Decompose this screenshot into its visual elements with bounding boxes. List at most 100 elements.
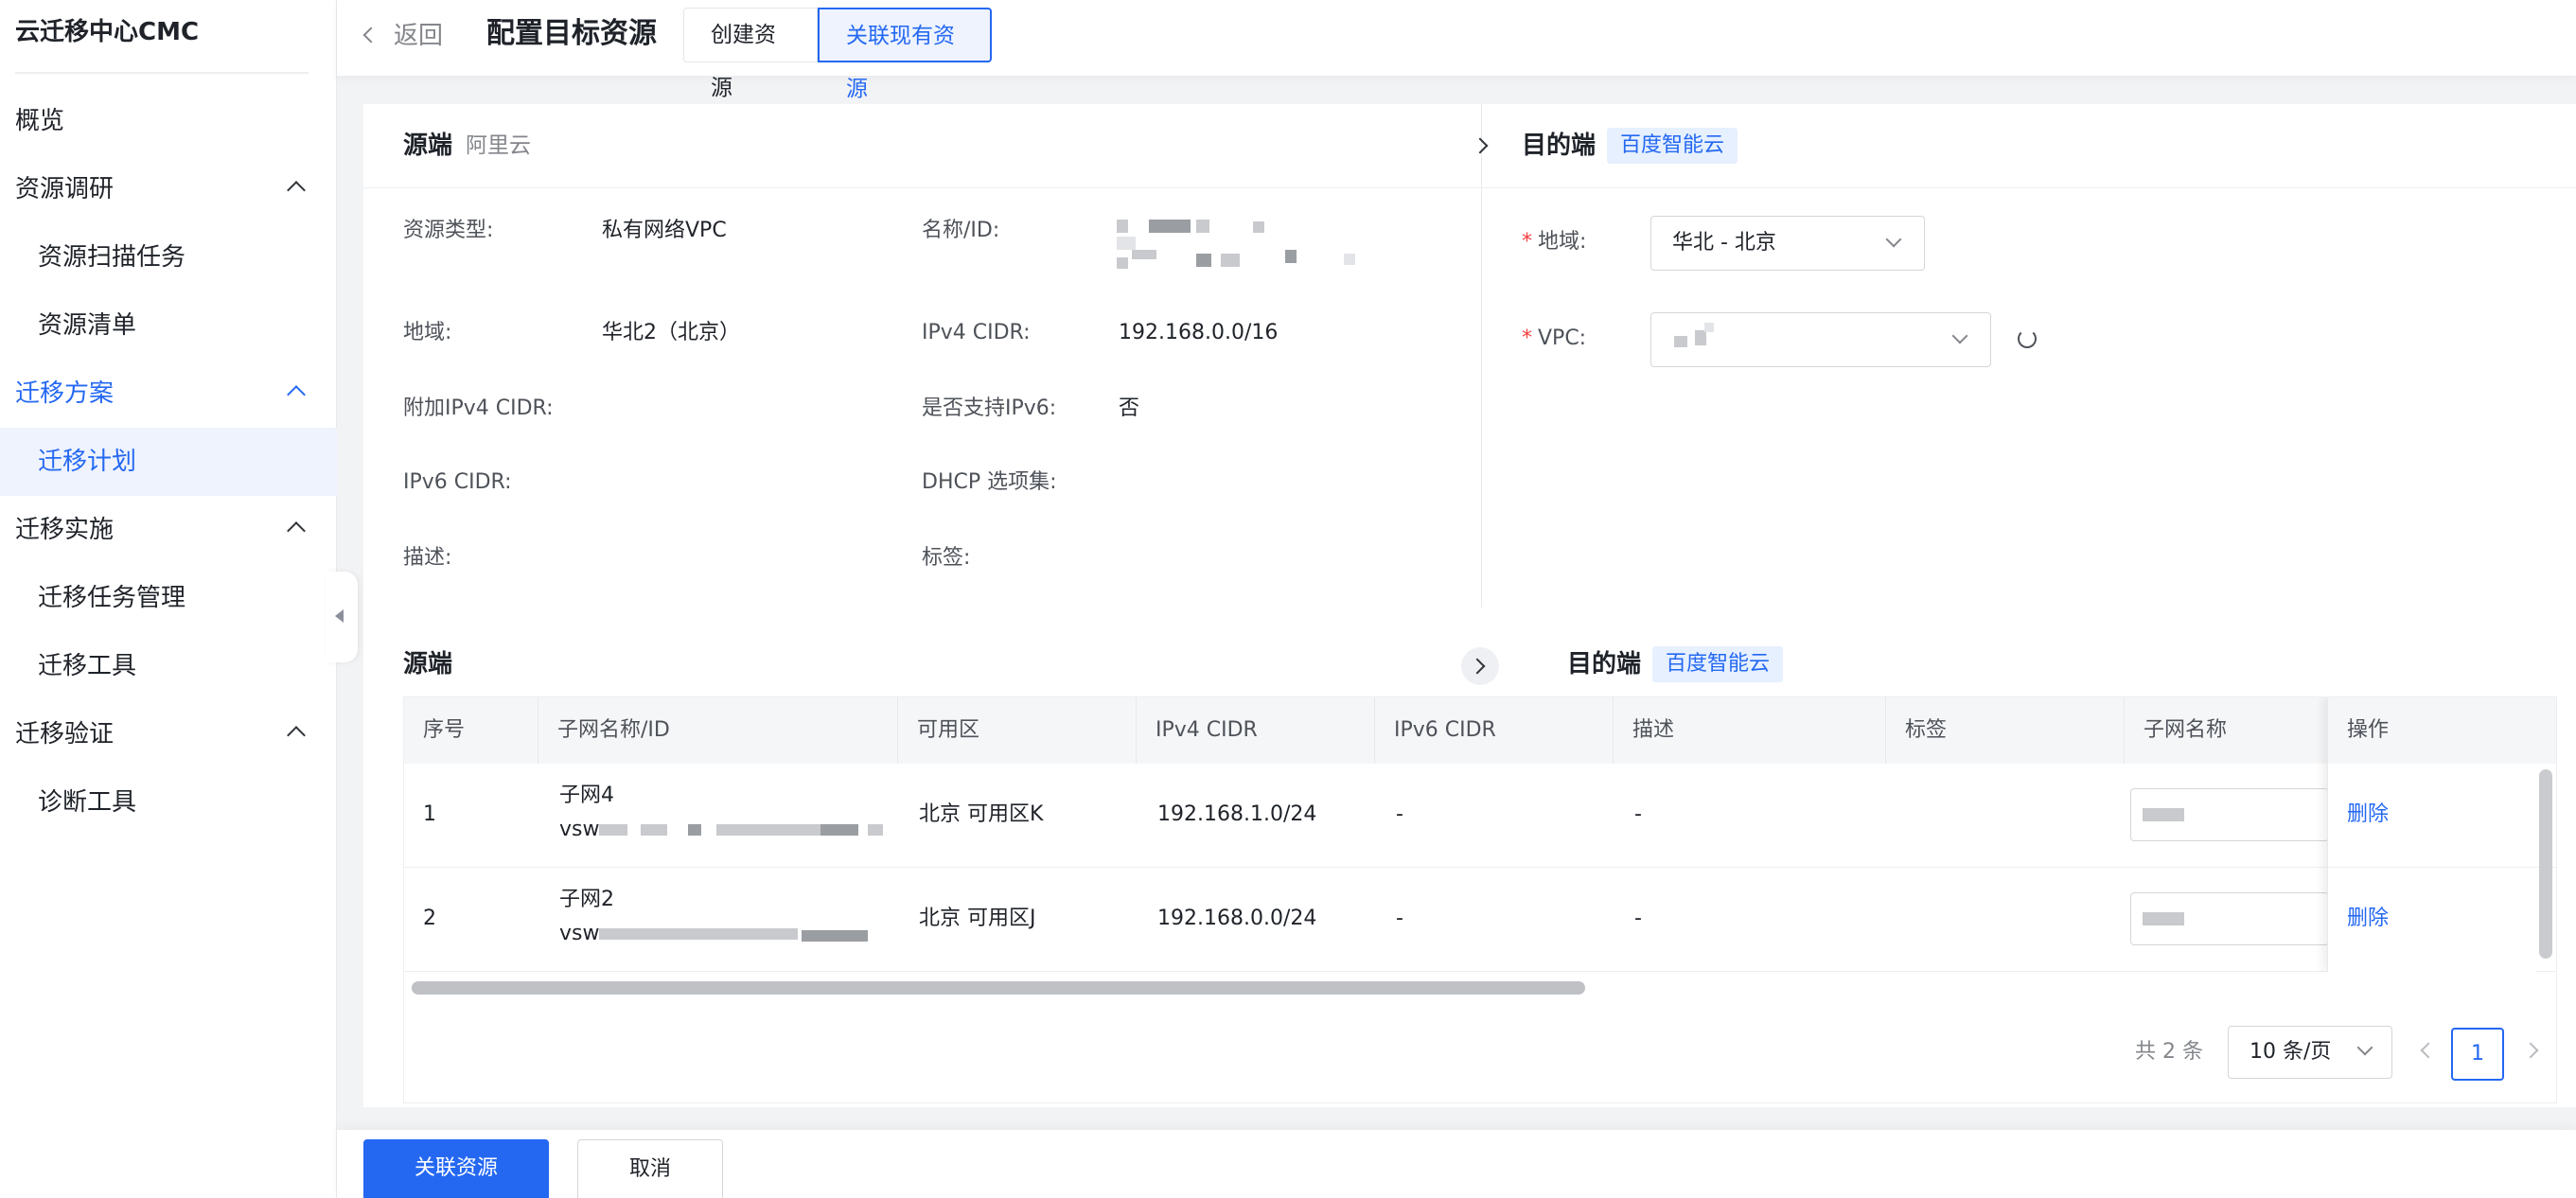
footer-bar: 关联资源 取消 [337,1130,2576,1198]
label-region: 地域: [403,321,452,344]
delete-row-button[interactable]: 删除 [2347,904,2389,934]
cell-description: - [1634,802,1642,826]
target-subnet-name-input[interactable] [2130,788,2329,841]
sidebar-group-plan[interactable]: 迁移方案 [0,360,337,428]
chevron-up-icon [287,521,306,540]
cell-description: - [1634,907,1642,930]
subnet-source-title: 源端 [403,650,453,678]
cell-subnet-id-prefix: vsw [559,922,600,945]
label-dhcp-options: DHCP 选项集: [922,470,1057,494]
cell-ipv4-cidr: 192.168.1.0/24 [1157,802,1317,826]
app-root: 云迁移中心CMC 概览 资源调研 资源扫描任务 资源清单 迁移方案 迁移计划 迁… [0,0,2576,1198]
pagination-total: 共 2 条 [2135,1040,2203,1064]
sidebar-group-implement[interactable]: 迁移实施 [0,496,337,564]
config-card: 源端 阿里云 资源类型: 私有网络VPC 名称/ID: 地域: 华北2（北京） … [363,104,2576,1107]
sidebar-item-scan-tasks[interactable]: 资源扫描任务 [0,223,337,291]
source-provider: 阿里云 [466,133,531,158]
source-title: 源端 [403,132,453,160]
sidebar-collapse-toggle[interactable] [326,572,358,662]
column-header: 标签 [1886,697,2125,764]
back-label: 返回 [394,22,444,50]
label-description: 描述: [403,546,452,570]
sidebar-item-label: 迁移计划 [38,448,137,476]
chevron-down-icon [1951,327,1968,344]
target-title: 目的端 [1522,132,1597,160]
header-divider [363,187,2576,188]
label-tags: 标签: [922,546,971,570]
table-row: 2 子网2 vsw 北京 可用区J 192.168.0.0/24 - - [404,868,2556,972]
sidebar-item-inventory[interactable]: 资源清单 [0,291,337,360]
refresh-icon[interactable] [2018,329,2037,348]
value-ipv4-cidr: 192.168.0.0/16 [1119,321,1279,344]
sidebar-item-overview[interactable]: 概览 [0,87,337,155]
redacted-vpc-value [1674,336,1687,347]
row-divider [2328,867,2536,868]
chevron-up-icon [287,726,306,745]
target-region-value: 华北 - 北京 [1672,231,1776,255]
value-region: 华北2（北京） [602,321,740,344]
cell-zone: 北京 可用区J [919,907,1036,930]
back-link[interactable]: 返回 [362,17,444,55]
sticky-action-column: 操作 删除 删除 [2327,697,2536,972]
sidebar-group-research[interactable]: 资源调研 [0,155,337,223]
chevron-right-icon [1469,658,1486,675]
link-resource-button[interactable]: 关联资源 [363,1139,549,1198]
sidebar-item-tools[interactable]: 迁移工具 [0,632,337,700]
target-provider-tag: 百度智能云 [1607,128,1738,164]
cell-ipv6-cidr: - [1396,802,1403,826]
page-size-select[interactable]: 10 条/页 [2228,1026,2392,1079]
sidebar-item-migration-plan[interactable]: 迁移计划 [0,428,337,496]
caret-left-icon [335,609,344,623]
column-header: 子网名称 [2144,718,2228,742]
redacted-input-value [2143,808,2184,821]
target-vpc-label: VPC: [1538,326,1587,350]
column-header: 描述 [1614,697,1886,764]
sidebar-group-verify[interactable]: 迁移验证 [0,700,337,768]
sidebar-item-label: 迁移方案 [15,379,115,408]
cell-subnet-name: 子网4 [559,784,614,807]
column-divider [1481,104,1482,608]
cancel-button[interactable]: 取消 [577,1139,723,1198]
page-number-current[interactable]: 1 [2451,1028,2504,1081]
target-region-label: 地域: [1538,230,1587,254]
column-header: 序号 [404,697,538,764]
cell-ipv6-cidr: - [1396,907,1403,930]
sidebar-item-label: 诊断工具 [38,788,137,817]
chevron-left-icon [362,26,379,44]
delete-row-button[interactable]: 删除 [2347,800,2389,830]
sidebar-item-label: 资源调研 [15,175,115,203]
page-size-value: 10 条/页 [2250,1040,2332,1064]
target-subnet-name-input[interactable] [2130,892,2329,945]
value-resource-type: 私有网络VPC [602,219,727,242]
column-header: 操作 [2328,697,2536,764]
chevron-down-icon [2356,1039,2373,1056]
vertical-scrollbar[interactable] [2539,769,2552,959]
cell-subnet-name: 子网2 [559,888,614,911]
tab-link-existing-resource[interactable]: 关联现有资源 [818,8,992,101]
label-ipv6-cidr: IPv6 CIDR: [403,470,512,494]
chevron-up-icon [287,385,306,404]
cell-index: 2 [423,907,436,930]
chevron-down-icon [1885,231,1902,248]
cell-index: 1 [423,802,436,826]
sidebar-nav: 概览 资源调研 资源扫描任务 资源清单 迁移方案 迁移计划 迁移实施 迁移任务管… [0,87,337,837]
sidebar-item-task-management[interactable]: 迁移任务管理 [0,564,337,632]
sidebar-item-label: 资源扫描任务 [38,243,186,272]
sidebar-item-diagnostics[interactable]: 诊断工具 [0,768,337,837]
page-header: 返回 配置目标资源 创建资源 关联现有资源 [337,0,2576,101]
label-ipv6-support: 是否支持IPv6: [922,396,1057,420]
required-mark: * [1522,230,1532,254]
horizontal-scrollbar[interactable] [412,981,1585,995]
required-mark: * [1522,326,1532,350]
tab-create-resource[interactable]: 创建资源 [683,8,818,100]
column-header: 子网名称/ID [538,697,898,764]
label-target-vpc: * VPC: [1522,324,1586,354]
target-vpc-select[interactable] [1650,312,1991,367]
target-region-select[interactable]: 华北 - 北京 [1650,216,1925,271]
sidebar-item-label: 迁移任务管理 [38,584,186,612]
page-title: 配置目标资源 [486,17,657,50]
cell-ipv4-cidr: 192.168.0.0/24 [1157,907,1317,930]
label-name-id: 名称/ID: [922,219,1000,242]
column-header: 可用区 [898,697,1137,764]
cell-subnet-id-prefix: vsw [559,818,600,841]
